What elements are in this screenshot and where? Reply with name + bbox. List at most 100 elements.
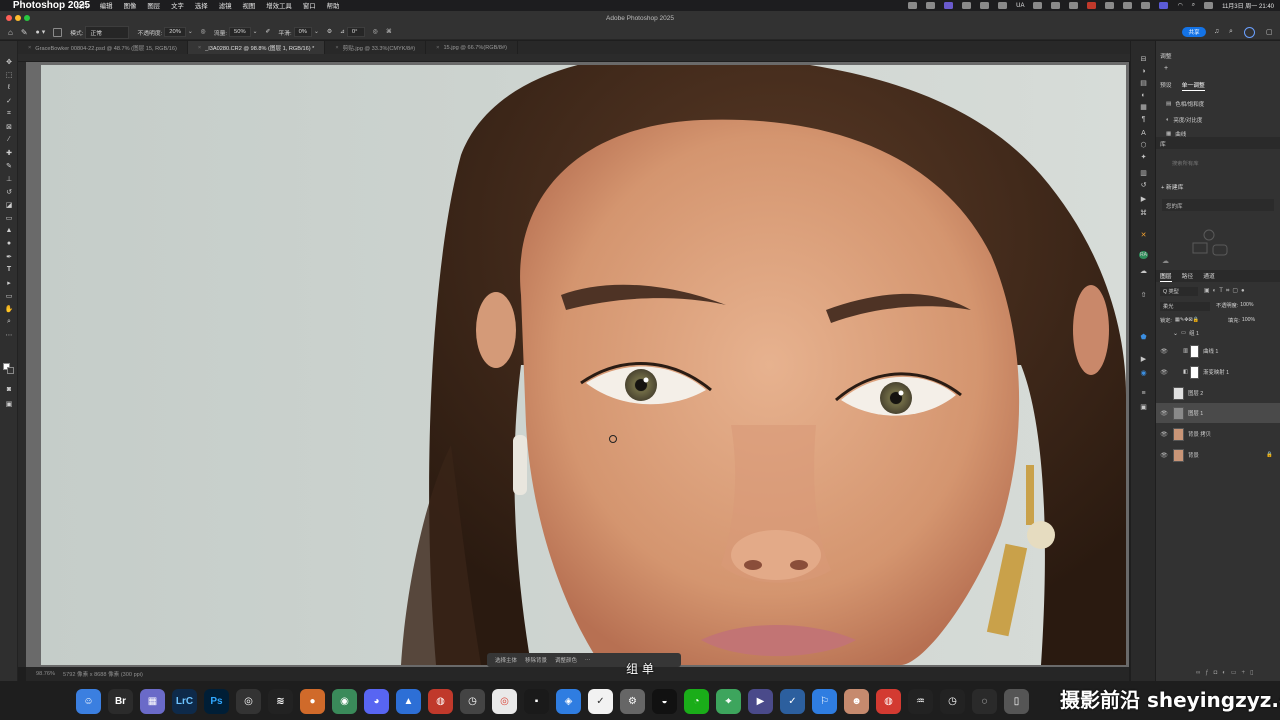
menu-select[interactable]: 选择 [195,1,208,10]
dock-app-icon[interactable]: ▲ [396,688,421,714]
healing-brush-tool-icon[interactable]: ✚ [4,148,14,157]
styles-icon[interactable]: ⬡ [1139,141,1148,149]
eye-icon[interactable]: 👁 [1159,431,1169,438]
zoom-window-icon[interactable] [24,15,30,21]
eyedropper-tool-icon[interactable]: ⁄ [4,135,14,144]
tray-icon[interactable] [1087,2,1097,9]
layer-mask-thumb[interactable] [1190,365,1200,379]
pen-tool-icon[interactable]: ✒ [4,252,14,261]
menu-plugins[interactable]: 增效工具 [266,1,292,10]
menu-help[interactable]: 帮助 [327,1,340,10]
plugin-icon[interactable]: ⌘ [1139,209,1148,217]
tray-icon[interactable] [980,2,990,9]
dock-app-icon[interactable]: ≋ [268,688,293,714]
tray-icon[interactable] [1105,2,1115,9]
clock[interactable]: 11月3日 周一 21:40 [1222,1,1274,10]
dock-finder-icon[interactable]: ☺ [76,688,101,714]
dock-wechat-icon[interactable]: ◔ [684,688,709,714]
trash-icon[interactable]: ▯ [1250,670,1258,676]
tray-ua[interactable]: UA [1016,3,1024,9]
layer-row-gradient-map[interactable]: 👁 ◧ 渐变映射 1 [1156,362,1280,382]
properties-icon[interactable]: ⊟ [1139,55,1148,63]
menu-type[interactable]: 文字 [171,1,184,10]
bell-icon[interactable]: ♫ [1214,28,1219,35]
brush-settings-icon[interactable] [53,27,63,37]
dock-maps-icon[interactable]: ⌖ [716,688,741,714]
dock-app-icon[interactable]: ⚐ [812,688,837,714]
quick-select-tool-icon[interactable]: ✓ [4,96,14,105]
adjust-item-hue-saturation[interactable]: ▤ 色相/饱和度 [1166,100,1204,108]
screen-mode-icon[interactable]: ▣ [4,399,14,408]
zoom-tool-icon[interactable]: ⌕ [4,317,14,326]
blend-mode-select[interactable]: 柔光 [1160,302,1210,311]
zoom-level[interactable]: 98.76% [36,671,55,677]
dock-safari-icon[interactable]: ◈ [556,688,581,714]
blur-tool-icon[interactable]: ▲ [4,226,14,235]
layer-row-bg-copy[interactable]: 👁 背景 拷贝 [1156,424,1280,444]
hand-tool-icon[interactable]: ✋ [4,304,14,313]
document-size[interactable]: 5792 像素 x 8688 像素 (300 ppi) [63,670,143,678]
close-tab-icon[interactable]: × [436,45,439,51]
dock-clock-icon[interactable]: ◷ [460,688,485,714]
tray-icon[interactable] [1069,2,1079,9]
flow-field[interactable]: 50% [229,27,251,37]
dodge-tool-icon[interactable]: ● [4,239,14,248]
dock-app-icon[interactable]: ⚙ [620,688,645,714]
remove-background-button[interactable]: 移除背景 [525,656,547,664]
folder-icon[interactable]: ▭ [1231,670,1242,676]
new-library-button[interactable]: + 新建库 [1161,182,1183,191]
menu-filter[interactable]: 滤镜 [219,1,232,10]
search-icon[interactable]: ⌕ [1229,28,1233,36]
brush-size-picker[interactable]: ● ▾ [36,28,46,36]
tray-icon[interactable] [1123,2,1133,9]
dock-app-icon[interactable]: ▪ [524,688,549,714]
menu-image[interactable]: 图像 [124,1,137,10]
history-icon[interactable]: ↺ [1139,181,1148,189]
edit-toolbar-icon[interactable]: ⋯ [4,330,14,339]
color-icon[interactable]: ◐ [1139,91,1148,99]
tray-icon[interactable] [926,2,936,9]
dock-launchpad-icon[interactable]: ▦ [140,688,165,714]
doc-tab[interactable]: × GraceBowker 00804-22.psd @ 48.7% (图层 15… [18,41,188,54]
adjust-icon[interactable]: ◐ [1222,670,1231,676]
quick-mask-icon[interactable]: ◙ [4,385,14,394]
adjust-item-brightness[interactable]: ◐ 亮度/对比度 [1166,116,1202,124]
paragraph-icon[interactable]: ¶ [1139,115,1148,123]
layer-row-layer2[interactable]: 图层 2 [1156,383,1280,403]
opacity-field[interactable]: 20% [164,27,186,37]
move-tool-icon[interactable]: ✥ [4,57,14,66]
vertical-ruler[interactable] [18,62,26,667]
dock-app-icon[interactable]: ✓ [780,688,805,714]
libraries-icon[interactable]: ▤ [1139,79,1148,87]
library-select[interactable]: 您的库 [1162,199,1274,211]
chevron-down-icon[interactable]: ⌄ [253,29,258,35]
dock-app-icon[interactable]: ◌ [972,688,997,714]
tray-icon[interactable] [908,2,918,9]
brush-settings-icon[interactable]: ▥ [1139,169,1148,177]
lock-icons[interactable]: ▦✎✥⊠🔒 [1175,317,1199,324]
upload-icon[interactable]: ⇧ [1139,291,1148,299]
dock-app-icon[interactable]: ◍ [428,688,453,714]
eye-icon[interactable]: 👁 [1159,410,1169,417]
symmetry-icon[interactable]: ⌘ [386,29,392,35]
tray-icon[interactable] [962,2,972,9]
play-icon[interactable]: ▶ [1139,355,1148,363]
tray-icon[interactable] [998,2,1008,9]
mode-select[interactable]: 正常 [85,25,130,39]
smooth-field[interactable]: 0% [293,27,312,37]
tab-single-adjust[interactable]: 单一调整 [1181,80,1205,91]
dock-app-icon[interactable]: ◷ [940,688,965,714]
dock-lightroom-icon[interactable]: LrC [172,688,197,714]
tray-icon[interactable] [1033,2,1043,9]
tools-plugin-icon[interactable]: ✕ [1139,231,1148,239]
close-window-icon[interactable] [6,15,12,21]
actions-icon[interactable]: ▶ [1139,195,1148,203]
tab-presets[interactable]: 预设 [1160,80,1172,90]
tray-icon[interactable] [1159,2,1169,9]
lasso-tool-icon[interactable]: ℓ [4,83,14,92]
brush-tool-icon[interactable]: ✎ [4,161,14,170]
dock-app-icon[interactable]: ✓ [588,688,613,714]
share-button[interactable]: 共享 [1182,27,1206,37]
control-center-icon[interactable] [1204,2,1214,9]
link-icon[interactable]: ∞ [1196,670,1205,676]
